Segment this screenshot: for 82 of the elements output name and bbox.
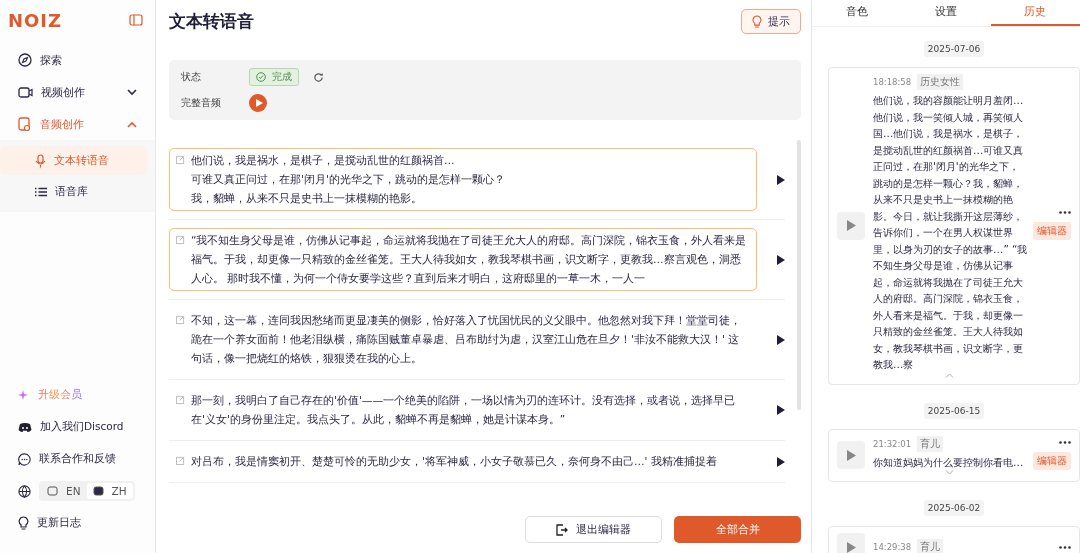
discord-icon [18,421,32,433]
hint-button[interactable]: 提示 [741,8,801,34]
history-text: 他们说，我的容颜能让明月羞闭…他们说，我一笑倾人城，再笑倾人国…他们说，我是祸水，是棋子，是搅动乱世的红颜祸首…可谁又真正问过，在那'闭月'的光华之下，跳动的是怎样一颗心？我，貂蝉，从来不只是史书上一抹模糊的艳影。今日，就让我撕开这层薄纱，告诉你们，一个在男人权谋世界里，以身为刃的女子的故事…” “我不知生身父母是谁，仿佛从记事起，命运就将我抛在了司徒王允大人的府邸。高门深院，锦衣玉食，外人看来是福气。于我，却更像一只精致的金丝雀笼。王大人待我如女，教我琴棋书画，识文断字，更教我…察 [873,93,1028,372]
segment-line: 他们说，我是祸水，是棋子，是搅动乱世的红颜祸首… [191,153,455,168]
edit-icon [176,315,185,324]
microphone-icon [35,153,46,168]
history-card[interactable]: 14:29:38 育儿 [828,526,1080,553]
history-card[interactable] [828,67,1080,385]
segment-text: 那一刻，我明白了自己存在的'价值'——一个绝美的陷阱，一场以情为刃的连环计。没有选择，或者说，选择早已在'义女'的身份里注定。我点头了。从此，貂蝉不再是貂蝉，她是计谋本身。” [191,393,736,427]
lightbulb-icon [752,14,762,28]
edit-icon [176,235,185,244]
history-card[interactable]: 21:32:01 育儿 你知道妈妈为什么要控制你看电… 编辑器 [828,428,1080,482]
exit-icon [556,523,568,536]
exit-editor-button[interactable]: 退出编辑器 [525,516,662,543]
globe-icon [18,484,31,498]
refresh-icon[interactable] [313,71,324,83]
language-option[interactable]: EN [41,483,87,499]
merge-all-button[interactable]: 全部合并 [674,516,801,543]
play-button[interactable] [249,94,267,112]
logo: NOIZ [8,9,63,31]
history-text: 你知道妈妈为什么要控制你看电… [873,454,1024,470]
timestamp: 14:29:38 [873,542,912,552]
text-segment[interactable]: 他们说，我是祸水，是棋子，是搅动乱世的红颜祸首… 可谁又真正问过，在那'闭月'的光华之下，跳动的是怎样一颗心？ 我，貂蝉，从来不只是史书上一抹模糊的艳影。 [169,148,757,211]
tab[interactable]: 历史 [990,0,1080,26]
sidebar-link[interactable]: 联系合作和反馈 [0,443,155,475]
voice-tag: 育儿 [917,435,944,452]
play-icon [255,99,263,107]
chat-bubble-icon [18,452,31,466]
lightbulb-icon [18,516,29,530]
segment-text: “我不知生身父母是谁，仿佛从记事起，命运就将我抛在了司徒王允大人的府邸。高门深院，锦衣玉食，外人看来是福气。于我，却更像一只精致的金丝雀笼。王大人待我如女，教我琴棋书画，识文断字，更教我…察言观色，洞悉人心。 那时我不懂，为何一个侍女要学这些？直到后来才明白，这府邸里的一草一木，一人一 [191,233,748,286]
play-icon[interactable] [777,334,785,345]
segment-text: 对吕布，我是情窦初开、楚楚可怜的无助少女，'将军神威，小女子敬慕已久，奈何身不由己…' 我精准捕捉着 [191,454,717,469]
play-icon [846,220,856,232]
timestamp: 18:18:58 [873,77,912,87]
nav-subitem[interactable]: 文本转语音 [0,146,147,175]
more-icon[interactable] [1059,440,1071,444]
status-badge: 完成 [249,68,299,86]
nav-item[interactable]: 视频创作 [0,76,155,108]
tab[interactable]: 设置 [901,0,991,26]
tab[interactable]: 音色 [812,0,902,26]
sidebar-link[interactable]: 加入我们Discord [0,411,155,443]
nav-item[interactable]: 音频创作 [0,108,155,140]
date-label: 2025-06-15 [923,402,985,419]
edit-icon [176,456,185,465]
segment-line: 可谁又真正问过，在那'闭月'的光华之下，跳动的是怎样一颗心？ [191,172,505,187]
more-icon[interactable] [1059,545,1071,549]
voice-tag: 育儿 [917,539,944,553]
status-label: 状态 [181,70,202,84]
edit-icon [176,395,185,404]
segment-text: 不知，这一幕，连同我因愁绪而更显凄美的侧影，恰好落入了忧国忧民的义父眼中。他忽然对我下拜！堂堂司徒，跪在一个养女面前！他老泪纵横，痛陈国贼董卓暴虐、吕布助纣为虐，汉室江山危在旦夕！'非汝不能救大汉！' 这句话，像一把烧红的烙铁，狠狠烫在我的心上。 [191,313,742,366]
date-label: 2025-06-02 [923,500,985,516]
edit-icon [176,155,185,164]
play-button[interactable] [837,211,865,240]
date-label: 2025-07-06 [923,41,985,57]
text-segment[interactable]: “我不知生身父母是谁，仿佛从记事起，命运就将我抛在了司徒王允大人的府邸。高门深院，锦衣玉食，外人看来是福气。于我，却更像一只精致的金丝雀笼。王大人待我如女，教我琴棋书画，识文断字，更教我…察言观色，洞悉人心。 那时我不懂，为何一个侍女要学这些？直到后来才明白，这府邸里的一草一木，一人一 [169,228,757,291]
play-icon[interactable] [777,405,785,415]
text-segment[interactable]: 那一刻，我明白了自己存在的'价值'——一个绝美的陷阱，一场以情为刃的连环计。没有选择，或者说，选择早已在'义女'的身份里注定。我点头了。从此，貂蝉不再是貂蝉，她是计谋本身。” [169,388,757,432]
timestamp: 21:32:01 [873,438,912,449]
language-option[interactable]: ZH [86,483,133,499]
nav-subitem[interactable]: 语音库 [0,177,147,206]
play-button[interactable] [837,533,865,553]
text-segment[interactable]: 不知，这一幕，连同我因愁绪而更显凄美的侧影，恰好落入了忧国忧民的义父眼中。他忽然对我下拜！堂堂司徒，跪在一个养女面前！他老泪纵横，痛陈国贼董卓暴虐、吕布助纣为虐，汉室江山危在旦夕！'非汝不能救大汉！' 这句话，像一把烧红的烙铁，狠狠烫在我的心上。 [169,308,757,371]
voice-tag: 历史女性 [917,74,964,90]
play-icon[interactable] [777,456,785,467]
play-icon[interactable] [777,254,785,265]
play-button[interactable] [837,441,865,470]
play-icon [846,541,856,553]
nav-item[interactable]: 探索 [0,44,155,76]
play-icon[interactable] [777,174,785,185]
audio-file-icon [18,116,32,132]
segment-line: 我，貂蝉，从来不只是史书上一抹模糊的艳影。 [191,191,422,206]
list-icon [35,186,47,197]
sidebar-toggle-icon[interactable] [129,14,143,26]
video-icon [18,85,33,99]
play-icon [846,449,856,461]
check-circle-icon [256,72,266,82]
audio-label: 完整音频 [181,96,222,110]
sidebar-link[interactable]: 更新日志 [0,507,155,539]
compass-icon [18,53,32,67]
text-segment[interactable]: 对吕布，我是情窦初开、楚楚可怜的无助少女，'将军神威，小女子敬慕已久，奈何身不由己…' 我精准捕捉着 [169,449,757,474]
page-title: 文本转语音 [169,9,254,33]
more-icon[interactable] [1059,211,1071,215]
